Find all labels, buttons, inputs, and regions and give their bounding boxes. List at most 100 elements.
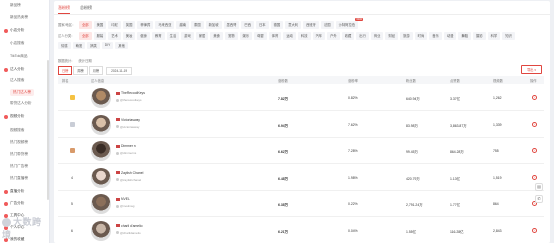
category-chip[interactable]: 出行 — [356, 32, 369, 40]
tab-total-fans[interactable]: 总粉榜 — [80, 5, 92, 14]
region-chip[interactable]: 德国 — [270, 21, 284, 29]
avatar[interactable] — [91, 141, 111, 161]
category-chip[interactable]: 服装 — [93, 32, 107, 40]
table-row[interactable]: 4 Zaylish Chanel @zaylishchanel 6.48万 1.98% 4… — [58, 165, 544, 191]
sidebar-scrollbar[interactable] — [47, 60, 49, 200]
detail-action-icon[interactable]: › — [532, 121, 537, 127]
detail-action-icon[interactable]: › — [532, 95, 537, 100]
category-chip[interactable]: 全部 — [79, 32, 92, 40]
category-chip[interactable]: 搞笑 — [87, 41, 100, 50]
category-chip[interactable]: 教育 — [151, 32, 165, 40]
sidebar-item[interactable]: 热门达人榜 — [10, 89, 34, 96]
tab-fans-gain[interactable]: 涨粉榜 — [58, 5, 70, 14]
category-chip[interactable]: 科学 — [487, 32, 501, 40]
sidebar-item[interactable]: 热门直播榜 — [10, 176, 28, 181]
region-chip[interactable]: 沙特阿拉伯 NEW — [335, 18, 364, 29]
region-chip[interactable]: 印尼 — [108, 21, 121, 29]
category-chip[interactable]: 户外 — [327, 32, 340, 40]
category-chip[interactable]: 知识 — [502, 32, 515, 40]
segment-weekly[interactable]: 周榜 — [73, 66, 88, 75]
sidebar-item[interactable]: 视频分析 — [4, 114, 24, 119]
date-filter-value[interactable]: 统计日期 — [78, 58, 91, 63]
category-chip[interactable]: 美食 — [210, 32, 223, 40]
category-chip[interactable]: 家居 — [195, 32, 209, 40]
segment-daily[interactable]: 日榜 — [58, 66, 73, 75]
region-chip[interactable]: 马来西亚 — [155, 21, 175, 29]
region-chip[interactable]: 美国 — [93, 21, 107, 29]
sidebar-item[interactable]: 小店分析 — [4, 28, 24, 33]
category-chip[interactable]: 生活 — [166, 32, 180, 40]
region-chip[interactable]: 日本 — [256, 21, 269, 29]
influencer-name[interactable]: TheRecoolKeys — [116, 91, 145, 95]
avatar[interactable] — [91, 167, 111, 188]
sidebar-item[interactable]: 新品榜 — [10, 3, 21, 8]
sidebar-item[interactable]: 直播分析 — [4, 189, 24, 194]
export-button[interactable]: 导出 ▾ — [521, 65, 542, 74]
table-row[interactable]: Dimmer n @dimmerns 6.62万 7.28% 99.45万 864.28万… — [58, 138, 544, 164]
category-chip[interactable]: DIY — [101, 42, 114, 49]
category-chip[interactable]: 其他 — [115, 41, 128, 50]
influencer-name[interactable]: charli d'amelio — [116, 224, 143, 228]
category-chip[interactable]: 旅游 — [400, 32, 413, 40]
avatar[interactable] — [91, 220, 111, 241]
sidebar-item[interactable]: 热门视频榜 — [10, 140, 28, 145]
avatar[interactable] — [91, 88, 111, 108]
category-chip[interactable]: 艺术 — [108, 32, 121, 40]
category-chip[interactable]: 摄影 — [473, 32, 486, 40]
category-chip[interactable]: 汽车 — [312, 32, 326, 40]
avatar[interactable] — [91, 114, 111, 135]
region-chip[interactable]: 墨西哥 — [223, 21, 240, 29]
region-chip[interactable]: 英国 — [122, 21, 136, 29]
region-chip[interactable]: 菲律宾 — [137, 21, 154, 29]
detail-action-icon[interactable]: › — [532, 148, 537, 153]
influencer-name[interactable]: Dimmer n — [116, 144, 136, 148]
category-chip[interactable]: 商业 — [370, 32, 384, 40]
category-chip[interactable]: 体育 — [268, 32, 282, 40]
chat-icon[interactable]: ✆ — [535, 195, 543, 203]
category-chip[interactable]: 科技 — [297, 32, 311, 40]
influencer-name[interactable]: NVEL — [116, 197, 130, 201]
region-chip[interactable]: 全部 — [79, 21, 92, 29]
region-chip[interactable]: 法国 — [320, 21, 334, 29]
category-chip[interactable]: 宠物 — [224, 32, 238, 40]
sidebar-item[interactable]: 热门带货榜 — [10, 152, 28, 157]
table-row[interactable]: Victoriasway @victoriasway 6.94万 7.62% 83.98… — [58, 112, 544, 138]
table-row[interactable]: 5 NVEL @nvelmag 6.38万 0.22% 2,791.24万 1.77亿 864… — [58, 191, 544, 217]
sidebar-item[interactable]: 视频搜索 — [10, 128, 24, 133]
category-chip[interactable]: 舞蹈 — [458, 32, 472, 40]
influencer-name[interactable]: Victoriasway — [116, 118, 140, 122]
category-chip[interactable]: 美妆 — [122, 32, 136, 40]
sidebar-item[interactable]: 达人分析 — [4, 67, 24, 72]
sidebar-item[interactable]: 带货达人分析 — [10, 101, 32, 106]
region-chip[interactable]: 新加坡 — [205, 21, 222, 29]
category-chip[interactable]: 运动 — [283, 32, 296, 40]
detail-action-icon[interactable]: › — [532, 174, 537, 180]
category-chip[interactable]: 时尚 — [414, 32, 428, 40]
influencer-name[interactable]: Zaylish Chanel — [116, 171, 143, 175]
sidebar-item[interactable]: 达人搜索 — [10, 78, 24, 83]
sidebar-item[interactable]: 广告分析 — [4, 201, 24, 206]
category-chip[interactable]: 健身 — [137, 32, 150, 40]
sidebar-item[interactable]: 新品热卖榜 — [10, 15, 28, 20]
table-row[interactable]: TheRecoolKeys @therecoolkeys 7.82万 0.82% 640… — [58, 85, 544, 111]
category-chip[interactable]: 萌宠 — [72, 41, 86, 50]
category-chip[interactable]: 收藏 — [341, 32, 355, 40]
category-chip[interactable]: 音乐 — [429, 32, 442, 40]
region-chip[interactable]: 西班牙 — [303, 21, 319, 29]
region-chip[interactable]: 意大利 — [285, 21, 302, 29]
date-select[interactable]: 2024-11-19 — [106, 66, 133, 75]
region-chip[interactable]: 越南 — [176, 21, 190, 29]
avatar[interactable] — [91, 194, 111, 214]
region-chip[interactable]: 泰国 — [191, 21, 204, 29]
table-row[interactable]: 6 charli d'amelio @charlidamelio 6.21万 0.04%… — [58, 218, 544, 243]
segment-monthly[interactable]: 月榜 — [88, 66, 104, 75]
category-chip[interactable]: 情感 — [58, 41, 71, 50]
category-chip[interactable]: 母婴 — [254, 32, 267, 40]
sidebar-item[interactable]: 小店搜索 — [10, 41, 24, 46]
region-chip[interactable]: 巴西 — [241, 21, 255, 29]
doc-icon[interactable]: ▤ — [535, 183, 543, 191]
category-chip[interactable]: 财经 — [385, 32, 399, 40]
sidebar-item[interactable]: TikTok商品 — [10, 54, 27, 59]
detail-action-icon[interactable]: › — [532, 227, 537, 233]
category-chip[interactable]: 娱乐 — [239, 32, 253, 40]
